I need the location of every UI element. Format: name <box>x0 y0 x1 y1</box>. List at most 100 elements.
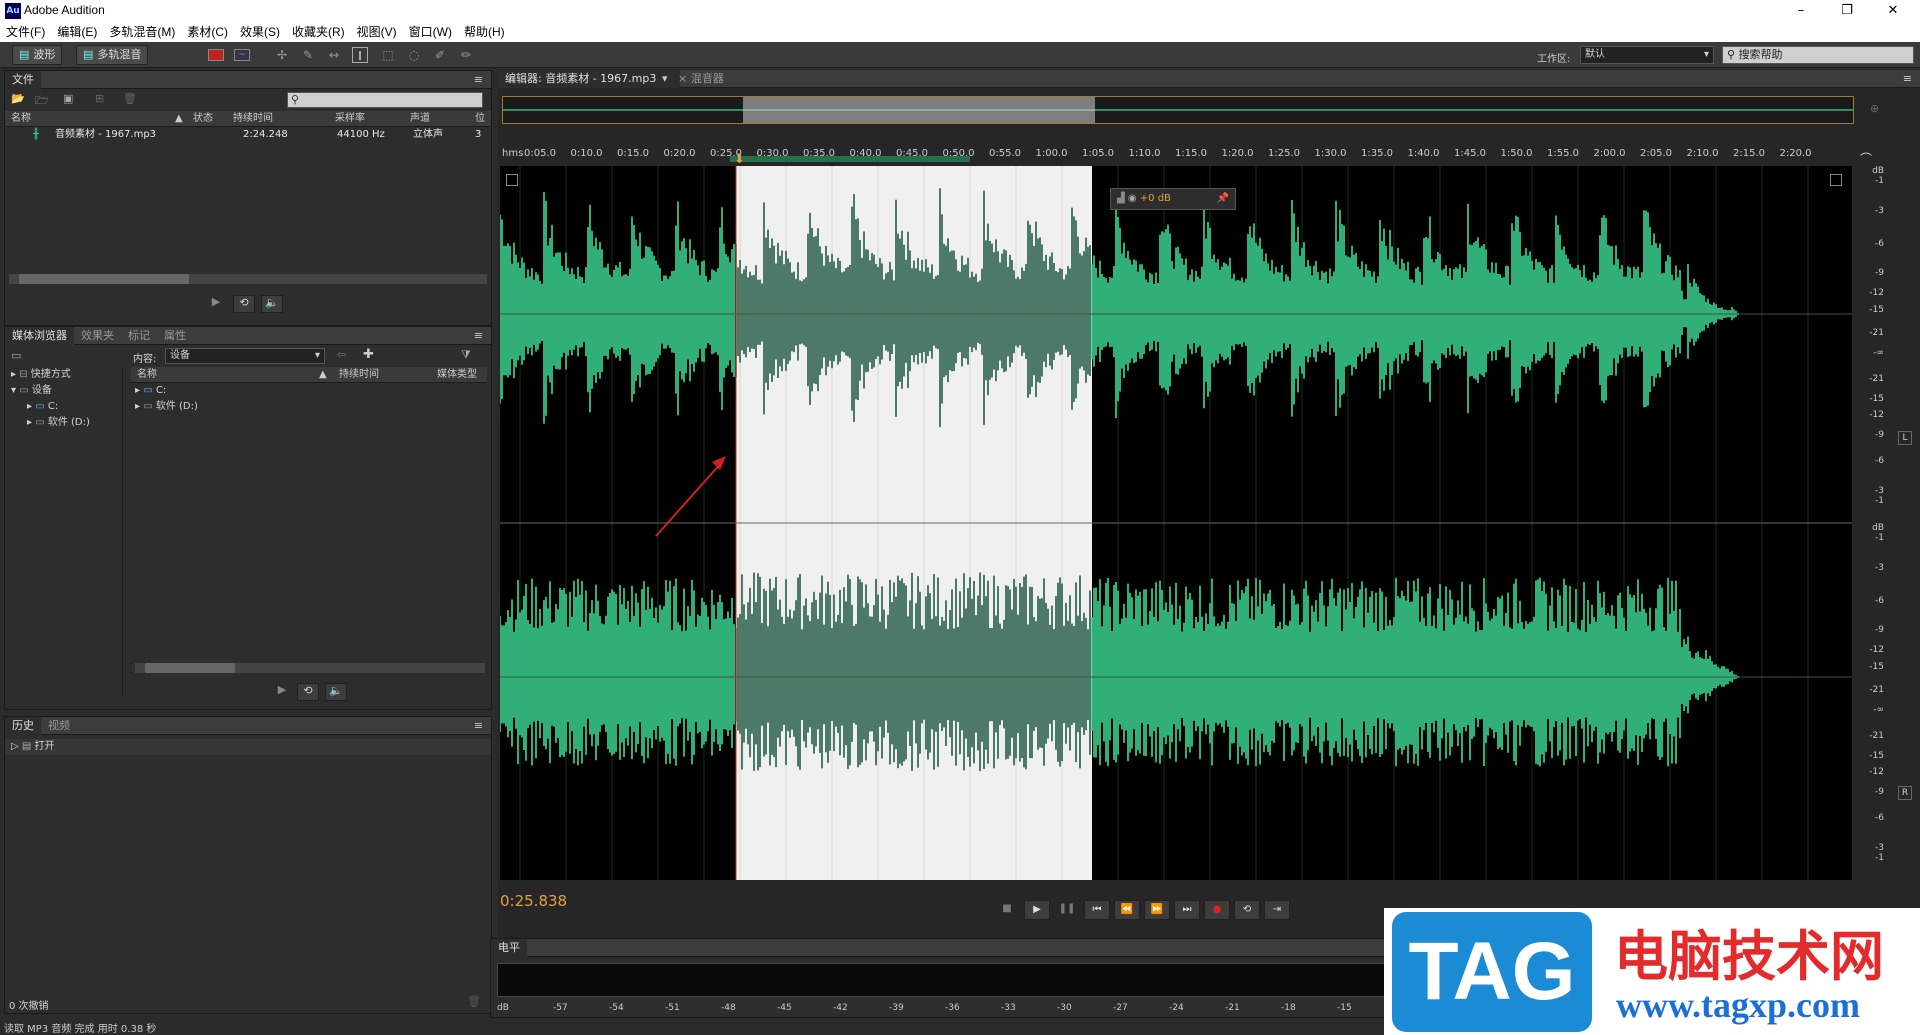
time-ruler[interactable]: hms 0:05.0 0:10.0 0:15.0 0:20.0 0:25.0 0:30.0 0… <box>500 148 1852 164</box>
spectral-pitch-icon[interactable]: ~ <box>234 49 250 61</box>
content-dropdown[interactable]: 设备 ▾ <box>165 348 325 364</box>
list-item[interactable]: ▸ ▭ C: <box>131 383 487 399</box>
col-status[interactable]: 状态 <box>193 111 213 127</box>
skip-selection-icon[interactable]: ⇥ <box>1264 900 1290 920</box>
tab-mixer[interactable]: 混音器 <box>684 70 731 88</box>
col-channels[interactable]: 声道 <box>410 111 430 127</box>
loop-icon[interactable]: ⟲ <box>1234 900 1260 920</box>
tree-item-shortcuts[interactable]: ▸ ⊟ 快捷方式 <box>5 367 122 383</box>
close-button[interactable]: ✕ <box>1870 0 1916 22</box>
col-media-type[interactable]: 媒体类型 <box>437 367 477 383</box>
tree-item-devices[interactable]: ▾ ▭ 设备 <box>5 383 122 399</box>
import-file-icon[interactable]: 🗁 <box>35 92 49 111</box>
tab-markers[interactable]: 标记 <box>121 327 157 345</box>
history-item[interactable]: ▷ ▤ 打开 <box>5 739 491 755</box>
waveform-view-button[interactable]: ▤ 波形 <box>12 45 63 65</box>
playhead-marker-icon[interactable]: ⬇ <box>734 152 745 167</box>
col-name[interactable]: 名称 <box>11 111 31 127</box>
col-bits[interactable]: 位 <box>475 111 485 127</box>
close-tab-icon[interactable]: × <box>678 70 687 88</box>
tab-files[interactable]: 文件 <box>5 71 41 89</box>
menu-edit[interactable]: 编辑(E) <box>51 22 103 42</box>
open-file-icon[interactable]: 📂 <box>11 92 25 105</box>
tree-item-c-drive[interactable]: ▸ ▭ C: <box>5 399 122 415</box>
zoom-icon[interactable]: ⊕ <box>1870 102 1879 115</box>
tab-video[interactable]: 视频 <box>41 717 77 735</box>
menu-favorites[interactable]: 收藏夹(R) <box>286 22 351 42</box>
list-item[interactable]: ▸ ▭ 软件 (D:) <box>131 399 487 415</box>
time-selection-tool-icon[interactable]: I <box>352 47 368 63</box>
waveform-display[interactable]: ▟ ◉ +0 dB 📌 <box>500 166 1852 880</box>
help-search-input[interactable]: ⚲ 搜索帮助 <box>1722 46 1914 64</box>
media-hscrollbar[interactable] <box>135 663 485 673</box>
filter-icon[interactable]: ⧩ <box>461 348 471 362</box>
panel-menu-icon[interactable]: ≡ <box>474 717 483 735</box>
insert-icon[interactable]: ⊞ <box>95 92 104 105</box>
add-shortcut-icon[interactable]: ✚ <box>363 347 374 362</box>
expand-icon[interactable] <box>506 174 518 186</box>
minimize-button[interactable]: – <box>1778 0 1824 22</box>
workspace-dropdown[interactable]: 默认 ▾ <box>1580 46 1714 64</box>
files-hscrollbar[interactable] <box>9 274 487 284</box>
razor-tool-icon[interactable]: ✎ <box>300 47 316 63</box>
channel-right-toggle[interactable]: R <box>1898 786 1912 800</box>
restore-button[interactable]: ❐ <box>1824 0 1870 22</box>
new-file-icon[interactable]: ▣ <box>63 92 73 105</box>
collapse-icon[interactable] <box>1830 174 1842 186</box>
menu-effects[interactable]: 效果(S) <box>234 22 286 42</box>
tree-item-d-drive[interactable]: ▸ ▭ 软件 (D:) <box>5 415 122 431</box>
menu-help[interactable]: 帮助(H) <box>458 22 511 42</box>
trash-icon[interactable]: 🗑 <box>467 995 481 1008</box>
speaker-icon[interactable]: 🔈 <box>261 295 283 313</box>
menu-window[interactable]: 窗口(W) <box>403 22 458 42</box>
volume-knob-icon[interactable]: ◉ <box>1128 193 1140 204</box>
play-icon[interactable]: ▶ <box>1024 900 1050 920</box>
panel-menu-icon[interactable]: ≡ <box>474 71 483 89</box>
rewind-icon[interactable]: ⏪ <box>1114 900 1140 920</box>
panel-menu-icon[interactable]: ≡ <box>1903 70 1912 88</box>
stop-icon[interactable]: ■ <box>994 900 1020 920</box>
tab-history[interactable]: 历史 <box>5 717 41 735</box>
files-search-input[interactable]: ⚲ <box>287 92 483 108</box>
menu-multitrack[interactable]: 多轨混音(M) <box>103 22 181 42</box>
play-icon[interactable]: ▶ <box>205 295 227 313</box>
col-duration[interactable]: 持续时间 <box>233 111 273 127</box>
trash-icon[interactable]: 🗑 <box>123 92 137 105</box>
col-name[interactable]: 名称 <box>137 367 157 383</box>
tab-editor[interactable]: 编辑器: 音频素材 - 1967.mp3 <box>498 70 681 88</box>
overview-viewport[interactable] <box>743 97 1095 123</box>
channel-left-toggle[interactable]: L <box>1898 431 1912 445</box>
layout-icon[interactable]: ▭ <box>11 349 21 362</box>
loop-icon[interactable]: ⟲ <box>297 683 319 701</box>
brush-tool-icon[interactable]: ✐ <box>432 47 448 63</box>
record-icon[interactable]: ● <box>1204 900 1230 920</box>
tab-levels[interactable]: 电平 <box>491 939 527 957</box>
fast-forward-icon[interactable]: ⏩ <box>1144 900 1170 920</box>
pause-icon[interactable]: ❚❚ <box>1054 900 1080 920</box>
loop-icon[interactable]: ⟲ <box>233 295 255 313</box>
skip-to-end-icon[interactable]: ⏭ <box>1174 900 1200 920</box>
overview-bar[interactable] <box>502 96 1854 124</box>
file-row[interactable]: ╫ 音频素材 - 1967.mp3 2:24.248 44100 Hz 立体声 … <box>5 127 491 143</box>
col-samplerate[interactable]: 采样率 <box>335 111 365 127</box>
multitrack-view-button[interactable]: ▤ 多轨混音 <box>76 45 149 65</box>
move-tool-icon[interactable]: ✢ <box>274 47 290 63</box>
tab-properties[interactable]: 属性 <box>157 327 193 345</box>
menu-clip[interactable]: 素材(C) <box>181 22 234 42</box>
menu-file[interactable]: 文件(F) <box>0 22 51 42</box>
healing-brush-icon[interactable]: ✏ <box>458 47 474 63</box>
col-duration[interactable]: 持续时间 <box>339 367 379 383</box>
skip-to-start-icon[interactable]: ⏮ <box>1084 900 1110 920</box>
speaker-icon[interactable]: 🔈 <box>325 683 347 701</box>
back-arrow-icon[interactable]: ⇦ <box>337 348 346 361</box>
slip-tool-icon[interactable]: ↔ <box>326 47 342 63</box>
spectral-freq-icon[interactable] <box>208 49 224 61</box>
panel-menu-icon[interactable]: ≡ <box>474 327 483 345</box>
lasso-tool-icon[interactable]: ◌ <box>406 47 422 63</box>
tab-effects-rack[interactable]: 效果夹 <box>74 327 121 345</box>
headphone-icon[interactable]: ⌒ <box>1860 150 1872 167</box>
hud-volume[interactable]: ▟ ◉ +0 dB 📌 <box>1110 188 1236 210</box>
chevron-down-icon[interactable]: ▾ <box>662 70 668 88</box>
pin-icon[interactable]: 📌 <box>1217 189 1229 209</box>
marquee-tool-icon[interactable]: ⬚ <box>380 47 396 63</box>
